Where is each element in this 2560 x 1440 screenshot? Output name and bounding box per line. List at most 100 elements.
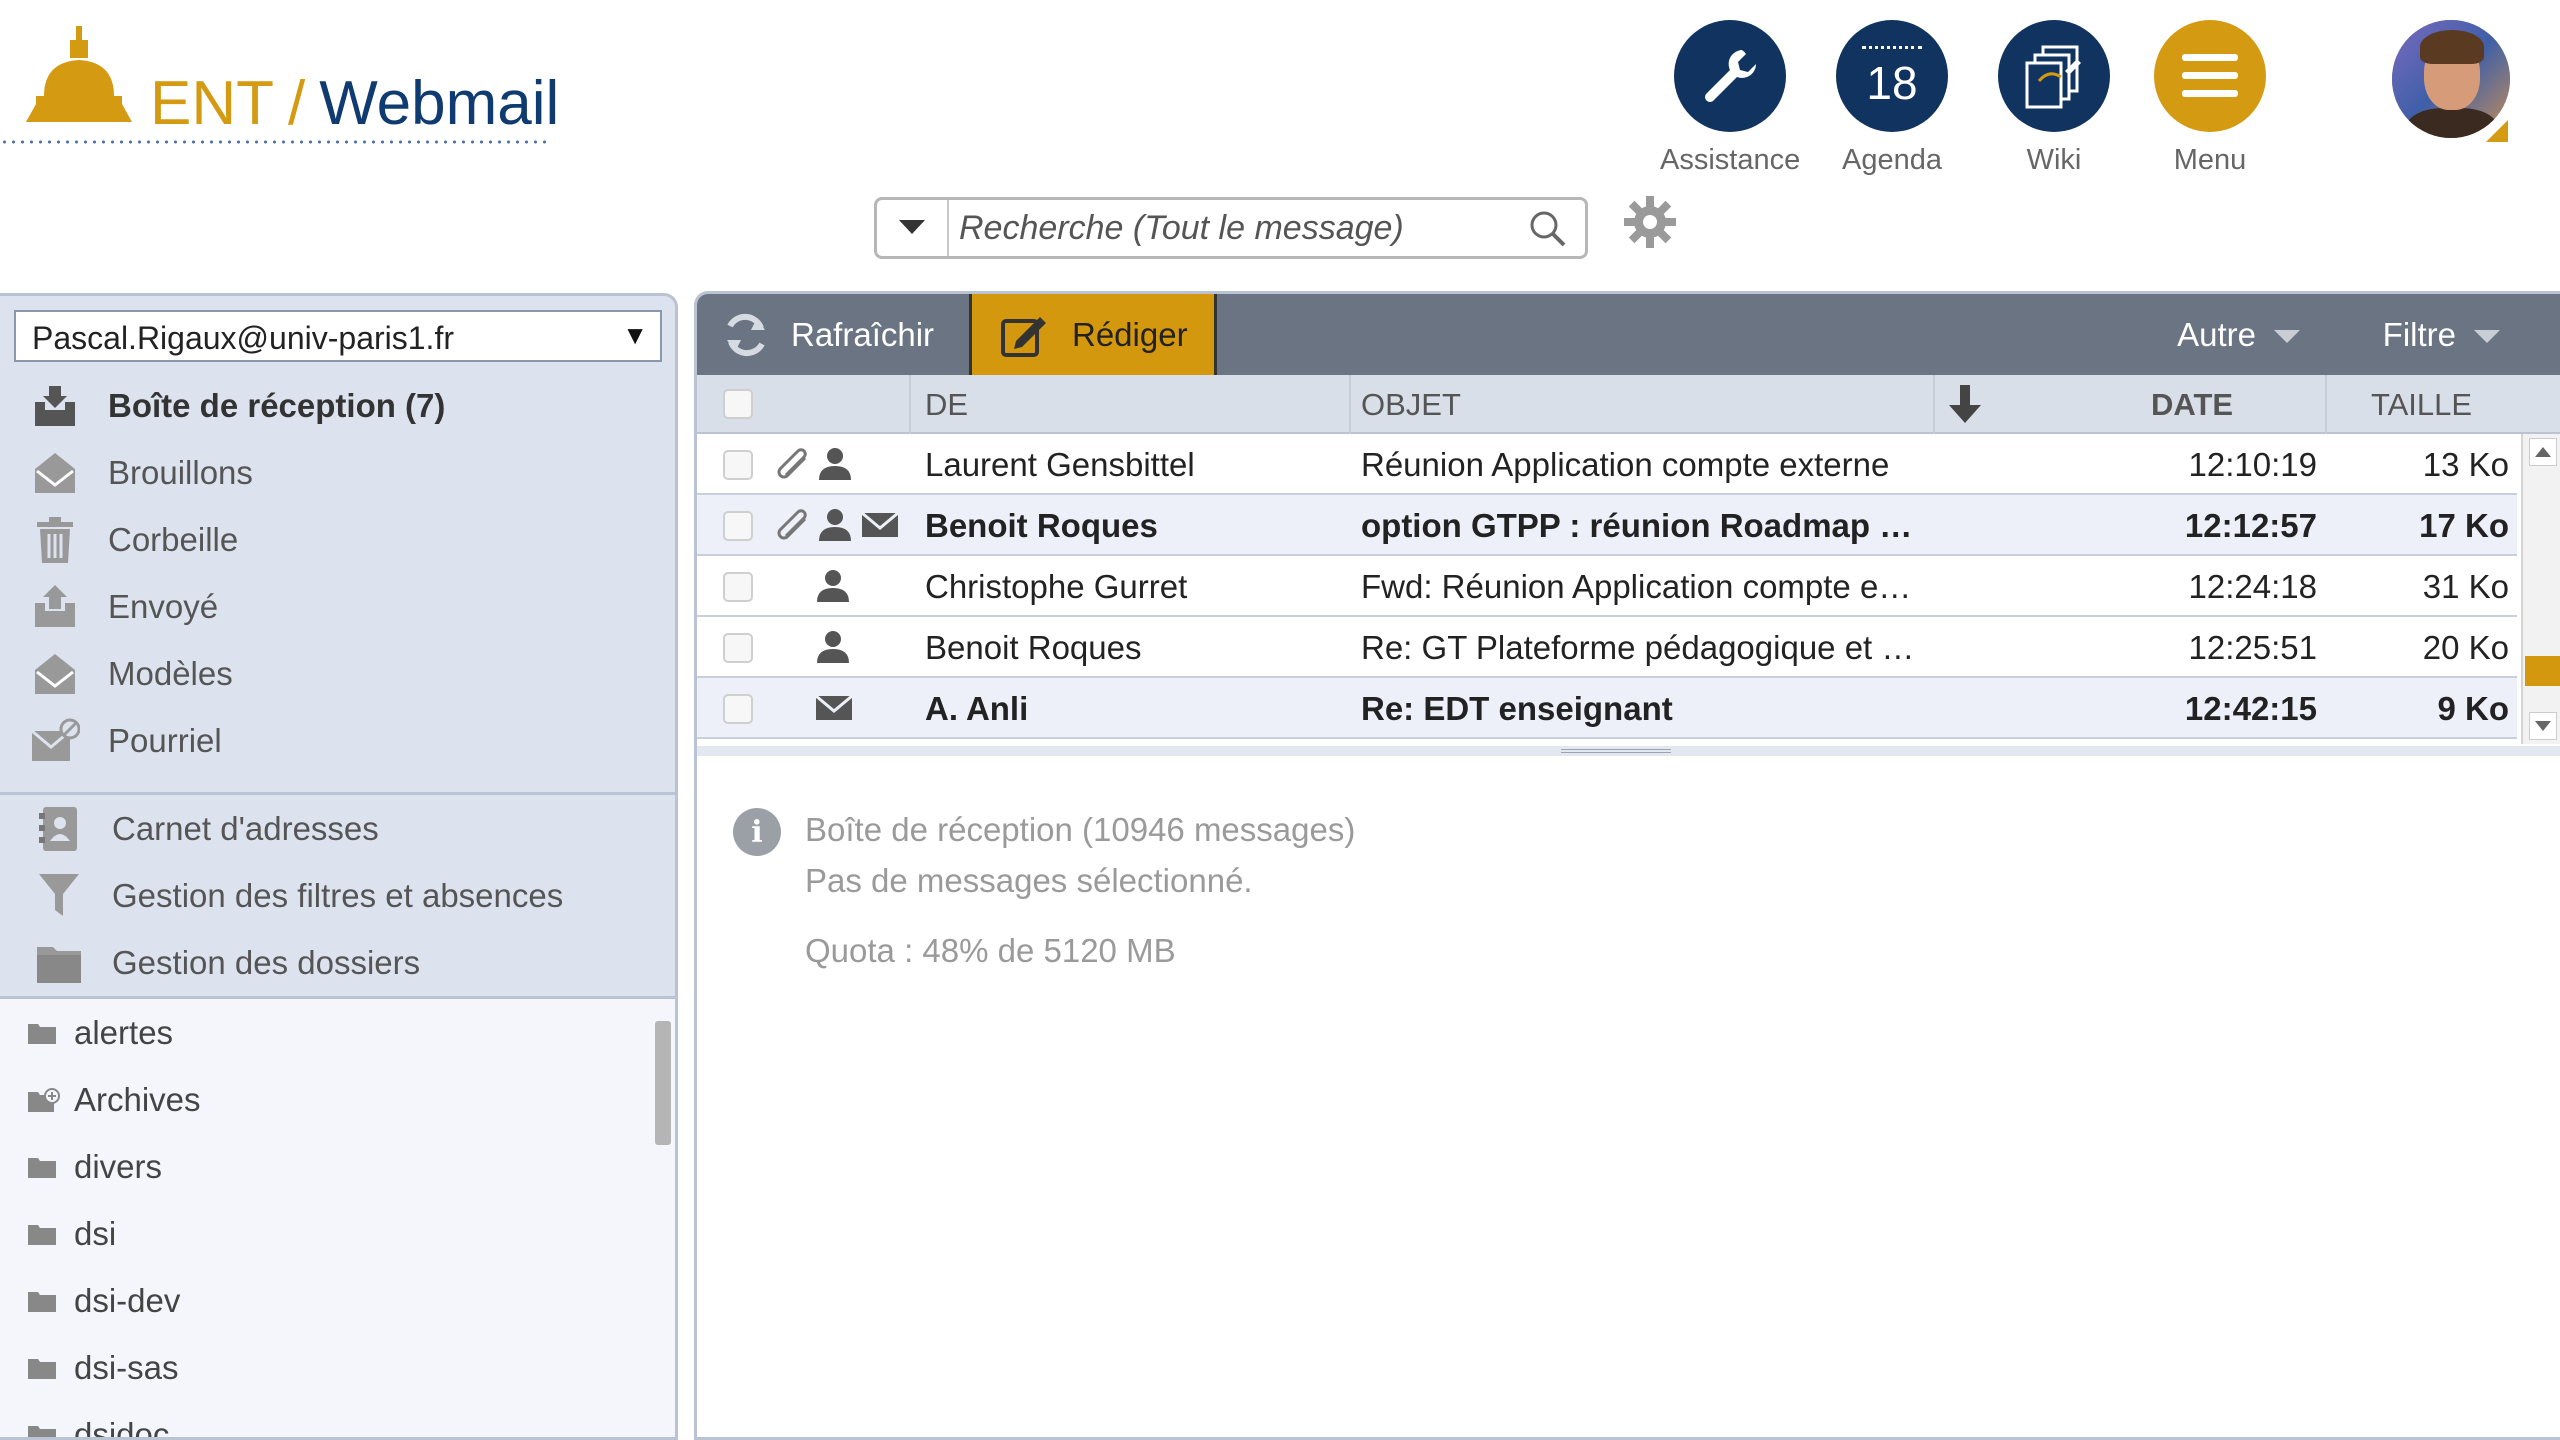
message-size: 31 Ko xyxy=(2422,568,2509,605)
scroll-up-arrow-icon[interactable] xyxy=(2529,438,2557,466)
logo-webmail: Webmail xyxy=(319,69,560,138)
message-row[interactable]: Benoit Roques option GTPP : réunion Road… xyxy=(697,495,2517,556)
message-list-scrollbar[interactable] xyxy=(2521,434,2560,744)
message-subject: Re: EDT enseignant xyxy=(1361,690,1673,727)
person-icon xyxy=(819,509,851,541)
info-icon: i xyxy=(733,808,781,856)
message-checkbox[interactable] xyxy=(723,511,753,541)
search-icon[interactable] xyxy=(1529,210,1567,248)
search-box xyxy=(874,197,1588,259)
message-row[interactable]: A. Anli Re: EDT enseignant 12:42:15 9 Ko xyxy=(697,678,2517,739)
message-size: 13 Ko xyxy=(2422,446,2509,483)
spam-icon xyxy=(30,716,80,766)
search-input[interactable] xyxy=(959,200,1519,256)
folder-label: Corbeille xyxy=(108,520,239,558)
tool-filters[interactable]: Gestion des filtres et absences xyxy=(0,862,675,929)
tool-address-book[interactable]: Carnet d'adresses xyxy=(0,795,675,862)
ent-webmail-logo[interactable]: ENT / Webmail xyxy=(0,20,560,150)
subfolder-item[interactable]: Archives xyxy=(0,1066,675,1133)
folder-sent[interactable]: Envoyé xyxy=(0,573,675,640)
folder-scrollbar-thumb[interactable] xyxy=(655,1021,671,1145)
compose-button[interactable]: Rédiger xyxy=(969,294,1217,375)
message-row[interactable]: Christophe Gurret Fwd: Réunion Applicati… xyxy=(697,556,2517,617)
message-list: Laurent Gensbittel Réunion Application c… xyxy=(697,434,2517,739)
subfolder-item[interactable]: dsi xyxy=(0,1200,675,1267)
folder-panel: Pascal.Rigaux@univ-paris1.fr ▼ Boîte de … xyxy=(0,293,678,1440)
agenda-day: 18 xyxy=(1866,57,1918,109)
message-checkbox[interactable] xyxy=(723,633,753,663)
select-all-checkbox[interactable] xyxy=(723,389,753,419)
refresh-button[interactable]: Rafraîchir xyxy=(721,294,934,375)
folder-trash[interactable]: Corbeille xyxy=(0,506,675,573)
message-checkbox[interactable] xyxy=(723,694,753,724)
message-from: A. Anli xyxy=(925,690,1029,727)
sort-descending-icon[interactable] xyxy=(1947,385,1983,425)
folder-list: Boîte de réception (7) Brouillons Corbei… xyxy=(0,372,675,996)
preview-splitter[interactable] xyxy=(697,746,2560,756)
message-row[interactable]: Laurent Gensbittel Réunion Application c… xyxy=(697,434,2517,495)
subfolder-label: dsi-dev xyxy=(74,1281,181,1319)
nav-wiki[interactable]: Wiki xyxy=(1984,20,2124,177)
column-date[interactable]: DATE xyxy=(2151,387,2233,423)
templates-icon xyxy=(30,649,80,699)
column-subject[interactable]: OBJET xyxy=(1361,387,1461,423)
search-settings-gear-icon[interactable] xyxy=(1624,196,1676,248)
folder-label: Boîte de réception (7) xyxy=(108,386,446,424)
nav-assistance[interactable]: Assistance xyxy=(1660,20,1800,177)
message-toolbar: Rafraîchir Rédiger Autre Filtre xyxy=(697,294,2560,375)
splitter-grip[interactable] xyxy=(1561,749,1671,753)
column-size[interactable]: TAILLE xyxy=(2371,387,2472,423)
nav-wiki-label: Wiki xyxy=(2026,144,2082,176)
folder-inbox[interactable]: Boîte de réception (7) xyxy=(0,372,675,439)
subfolder-label: divers xyxy=(74,1147,163,1185)
account-selected: Pascal.Rigaux@univ-paris1.fr xyxy=(32,320,454,356)
unread-envelope-icon[interactable] xyxy=(861,510,899,540)
subfolder-label: dsi xyxy=(74,1214,117,1252)
refresh-icon xyxy=(727,313,765,356)
subfolder-list: alertes Archives divers dsi dsi-dev dsi-… xyxy=(0,996,675,1437)
subfolder-item[interactable]: dsi-sas xyxy=(0,1334,675,1401)
search-scope-dropdown[interactable] xyxy=(877,200,949,256)
filter-button[interactable]: Filtre xyxy=(2383,294,2500,375)
message-row[interactable]: Benoit Roques Re: GT Plateforme pédagogi… xyxy=(697,617,2517,678)
logo-dotted-underline xyxy=(0,140,548,144)
inbox-icon xyxy=(30,381,80,431)
folder-templates[interactable]: Modèles xyxy=(0,640,675,707)
folder-icon xyxy=(28,1022,62,1044)
caret-down-icon: ▼ xyxy=(622,320,648,350)
message-date: 12:10:19 xyxy=(2188,446,2317,483)
subfolder-item[interactable]: dsi-dev xyxy=(0,1267,675,1334)
caret-down-icon xyxy=(2274,330,2300,343)
drafts-icon xyxy=(30,448,80,498)
message-date: 12:42:15 xyxy=(2184,690,2317,727)
message-size: 9 Ko xyxy=(2437,690,2509,727)
compose-label: Rédiger xyxy=(1072,315,1188,353)
account-selector[interactable]: Pascal.Rigaux@univ-paris1.fr ▼ xyxy=(14,310,662,362)
folder-icon xyxy=(28,1156,62,1178)
subfolder-item[interactable]: alertes xyxy=(0,999,675,1066)
filter-label: Filtre xyxy=(2382,315,2456,353)
quota-text: Quota : 48% de 5120 MB xyxy=(805,932,1176,969)
message-checkbox[interactable] xyxy=(723,450,753,480)
person-icon xyxy=(817,570,849,602)
tool-folder-management[interactable]: Gestion des dossiers xyxy=(0,929,675,996)
message-list-scrollbar-thumb[interactable] xyxy=(2525,656,2560,686)
nav-menu[interactable]: Menu xyxy=(2140,20,2280,177)
scroll-down-arrow-icon[interactable] xyxy=(2529,712,2557,740)
subfolder-item[interactable]: dsidoc xyxy=(0,1401,675,1437)
folder-drafts[interactable]: Brouillons xyxy=(0,439,675,506)
nav-agenda[interactable]: 18 Agenda xyxy=(1822,20,1962,177)
message-checkbox[interactable] xyxy=(723,572,753,602)
more-actions-button[interactable]: Autre xyxy=(2177,294,2300,375)
folder-spam[interactable]: Pourriel xyxy=(0,707,675,774)
unread-envelope-icon[interactable] xyxy=(815,693,853,723)
caret-down-icon xyxy=(899,220,925,234)
avatar-dropdown-indicator xyxy=(2486,120,2508,142)
no-selection-text: Pas de messages sélectionné. xyxy=(805,862,1253,899)
column-from[interactable]: DE xyxy=(925,387,968,423)
message-size: 20 Ko xyxy=(2422,629,2509,666)
tool-list: Carnet d'adresses Gestion des filtres et… xyxy=(0,795,675,996)
folder-icon xyxy=(28,1223,62,1245)
message-date: 12:24:18 xyxy=(2188,568,2317,605)
subfolder-item[interactable]: divers xyxy=(0,1133,675,1200)
